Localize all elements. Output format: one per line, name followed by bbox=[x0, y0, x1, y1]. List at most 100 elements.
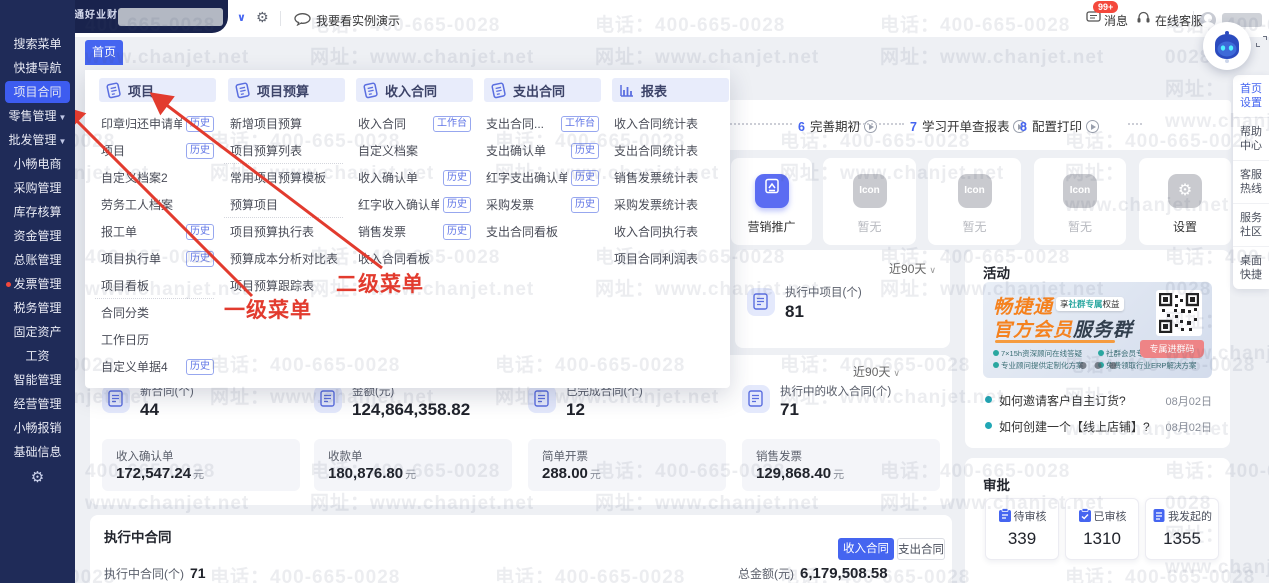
range-selector[interactable]: 近90天∨ bbox=[853, 363, 900, 380]
quick-card-settings[interactable]: ⚙设置 bbox=[1139, 158, 1231, 245]
kpi-subcard-3[interactable]: 销售发票129,868.40元 bbox=[742, 439, 940, 491]
menu-item[interactable]: 项目执行单历史 bbox=[95, 245, 214, 272]
menu-column-header[interactable]: 项目预算 bbox=[228, 78, 345, 102]
sidebar-item-2[interactable]: 项目合同 bbox=[0, 80, 75, 104]
expand-icon[interactable] bbox=[1256, 36, 1267, 47]
history-badge[interactable]: 历史 bbox=[443, 224, 471, 240]
history-badge[interactable]: 历史 bbox=[443, 197, 471, 213]
menu-item[interactable]: 收入合同执行表 bbox=[608, 218, 727, 245]
menu-item[interactable]: 工作日历 bbox=[95, 326, 214, 353]
sidebar-item-16[interactable]: 小畅报销 bbox=[0, 416, 75, 440]
kpi-subcard-0[interactable]: 收入确认单172,547.24元 bbox=[102, 439, 300, 491]
history-badge[interactable]: 历史 bbox=[186, 251, 214, 267]
activity-article-0[interactable]: 如何邀请客户自主订货?08月02日 bbox=[983, 390, 1212, 412]
menu-column-header[interactable]: 支出合同 bbox=[484, 78, 601, 102]
menu-item[interactable]: 项目预算列表 bbox=[224, 137, 343, 164]
approval-card-1[interactable]: 已审核1310 bbox=[1065, 498, 1139, 560]
menu-item[interactable]: 收入合同统计表 bbox=[608, 110, 727, 137]
menu-column-header[interactable]: 报表 bbox=[612, 78, 729, 102]
sidebar-item-13[interactable]: 工资 bbox=[0, 344, 75, 368]
headset-icon[interactable] bbox=[1136, 10, 1151, 25]
history-badge[interactable]: 历史 bbox=[571, 197, 599, 213]
menu-column-header[interactable]: 项目 bbox=[99, 78, 216, 102]
kpi-subcard-1[interactable]: 收款单180,876.80元 bbox=[314, 439, 512, 491]
demo-link[interactable]: 我要看实例演示 bbox=[316, 12, 400, 29]
menu-item[interactable]: 项目预算执行表 bbox=[224, 218, 343, 245]
menu-item[interactable]: 采购发票统计表 bbox=[608, 191, 727, 218]
menu-item[interactable]: 销售发票历史 bbox=[352, 218, 471, 245]
sidebar-item-9[interactable]: 总账管理 bbox=[0, 248, 75, 272]
rail-item-1[interactable]: 帮助 中心 bbox=[1233, 118, 1269, 161]
support-label[interactable]: 在线客服 bbox=[1155, 12, 1203, 29]
promo-banner[interactable]: 畅捷通享社群专属权益 官方会员服务群 7×15h资深顾问在线答疑社群会员专享购买… bbox=[983, 282, 1212, 378]
quick-card-marketing[interactable]: 营销推广 bbox=[731, 158, 812, 245]
menu-item[interactable]: 项目预算跟踪表 bbox=[224, 272, 343, 299]
range-selector[interactable]: 近90天∨ bbox=[889, 260, 936, 277]
menu-item[interactable]: 新增项目预算 bbox=[224, 110, 343, 137]
menu-item[interactable]: 红字收入确认单历史 bbox=[352, 191, 471, 218]
menu-item[interactable]: 采购发票历史 bbox=[480, 191, 599, 218]
activity-article-1[interactable]: 如何创建一个【线上店铺】?08月02日 bbox=[983, 416, 1212, 438]
sidebar-item-14[interactable]: 智能管理 bbox=[0, 368, 75, 392]
sidebar-gear-icon[interactable]: ⚙ bbox=[0, 468, 75, 486]
menu-item[interactable]: 自定义档案 bbox=[352, 137, 471, 164]
menu-item[interactable]: 印章归还申请单历史 bbox=[95, 110, 214, 137]
play-icon[interactable] bbox=[864, 120, 877, 133]
quick-card-empty-3[interactable]: Icon暂无 bbox=[1034, 158, 1126, 245]
history-badge[interactable]: 历史 bbox=[186, 359, 214, 375]
org-name-redacted[interactable] bbox=[118, 8, 223, 26]
workbench-badge[interactable]: 工作台 bbox=[561, 116, 599, 132]
sidebar-item-4[interactable]: 批发管理▼ bbox=[0, 128, 75, 152]
menu-item[interactable]: 项目看板 bbox=[95, 272, 214, 299]
step-7[interactable]: 7学习开单查报表 bbox=[910, 116, 1026, 135]
history-badge[interactable]: 历史 bbox=[186, 143, 214, 159]
menu-item[interactable]: 自定义单据4历史 bbox=[95, 353, 214, 380]
quick-card-empty-2[interactable]: Icon暂无 bbox=[928, 158, 1021, 245]
menu-item[interactable]: 项目历史 bbox=[95, 137, 214, 164]
quick-card-empty-1[interactable]: Icon暂无 bbox=[823, 158, 916, 245]
sidebar-item-5[interactable]: 小畅电商 bbox=[0, 152, 75, 176]
sidebar-item-17[interactable]: 基础信息 bbox=[0, 440, 75, 464]
menu-item[interactable]: 报工单历史 bbox=[95, 218, 214, 245]
sidebar-item-3[interactable]: 零售管理▼ bbox=[0, 104, 75, 128]
play-icon[interactable] bbox=[1086, 120, 1099, 133]
messages-label[interactable]: 消息 bbox=[1104, 12, 1128, 29]
history-badge[interactable]: 历史 bbox=[443, 170, 471, 186]
income-contract-button[interactable]: 收入合同 bbox=[838, 538, 894, 560]
history-badge[interactable]: 历史 bbox=[186, 224, 214, 240]
sidebar-item-11[interactable]: 税务管理 bbox=[0, 296, 75, 320]
sidebar-item-15[interactable]: 经营管理 bbox=[0, 392, 75, 416]
rail-item-0[interactable]: 首页 设置 bbox=[1233, 75, 1269, 118]
sidebar-item-0[interactable]: 搜索菜单 bbox=[0, 32, 75, 56]
sidebar-item-1[interactable]: 快捷导航 bbox=[0, 56, 75, 80]
tab-home[interactable]: 首页 bbox=[85, 40, 123, 65]
gear-icon[interactable]: ⚙ bbox=[256, 9, 269, 26]
menu-item[interactable]: 常用项目预算模板 bbox=[224, 164, 343, 191]
menu-item[interactable]: 预算成本分析对比表 bbox=[224, 245, 343, 272]
rail-item-2[interactable]: 客服 热线 bbox=[1233, 161, 1269, 204]
menu-item[interactable]: 收入确认单历史 bbox=[352, 164, 471, 191]
assistant-robot-icon[interactable] bbox=[1203, 22, 1251, 70]
step-6[interactable]: 6完善期初 bbox=[798, 116, 877, 135]
menu-item[interactable]: 支出确认单历史 bbox=[480, 137, 599, 164]
menu-item[interactable]: 合同分类 bbox=[95, 299, 214, 326]
history-badge[interactable]: 历史 bbox=[186, 116, 214, 132]
kpi-subcard-2[interactable]: 简单开票288.00元 bbox=[528, 439, 726, 491]
history-badge[interactable]: 历史 bbox=[571, 170, 599, 186]
menu-item[interactable]: 支出合同看板 bbox=[480, 218, 599, 245]
menu-item[interactable]: 收入合同看板 bbox=[352, 245, 471, 272]
sidebar-item-12[interactable]: 固定资产 bbox=[0, 320, 75, 344]
workbench-badge[interactable]: 工作台 bbox=[433, 116, 471, 132]
menu-item[interactable]: 支出合同统计表 bbox=[608, 137, 727, 164]
menu-item[interactable]: 预算项目 bbox=[224, 191, 343, 218]
sidebar-item-6[interactable]: 采购管理 bbox=[0, 176, 75, 200]
rail-item-3[interactable]: 服务 社区 bbox=[1233, 204, 1269, 247]
menu-item[interactable]: 销售发票统计表 bbox=[608, 164, 727, 191]
menu-item[interactable]: 支出合同...工作台 bbox=[480, 110, 599, 137]
menu-item[interactable]: 收入合同工作台 bbox=[352, 110, 471, 137]
approval-card-2[interactable]: 我发起的1355 bbox=[1145, 498, 1219, 560]
expense-contract-button[interactable]: 支出合同 bbox=[897, 538, 945, 560]
carousel-dots[interactable] bbox=[1075, 356, 1120, 374]
menu-item[interactable]: 项目合同利润表 bbox=[608, 245, 727, 272]
menu-item[interactable]: 自定义档案2 bbox=[95, 164, 214, 191]
